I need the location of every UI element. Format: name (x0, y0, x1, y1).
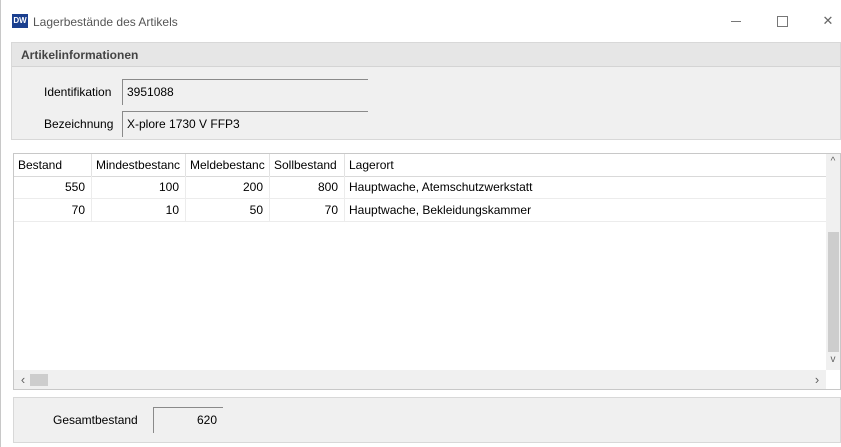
article-info-header: Artikelinformationen (12, 43, 840, 67)
cell-bestand: 550 (14, 176, 92, 198)
identification-field[interactable]: 3951088 (122, 79, 368, 105)
cell-sollbestand: 800 (270, 176, 345, 198)
app-icon: DW (12, 14, 28, 28)
total-stock-label: Gesamtbestand (53, 413, 138, 427)
table-row[interactable]: 70 10 50 70 Hauptwache, Bekleidungskamme… (14, 199, 826, 222)
horizontal-scroll-thumb[interactable] (30, 374, 48, 386)
col-header-sollbestand[interactable]: Sollbestand (270, 154, 345, 176)
designation-label: Bezeichnung (44, 117, 114, 131)
scroll-left-icon[interactable]: ‹ (16, 372, 30, 387)
minimize-icon (731, 21, 741, 23)
col-header-mindestbestand[interactable]: Mindestbestanc (92, 154, 186, 176)
table-header: Bestand Mindestbestanc Meldebestanc Soll… (14, 154, 826, 177)
designation-field[interactable]: X-plore 1730 V FFP3 (122, 111, 368, 137)
minimize-button[interactable] (713, 8, 759, 34)
close-icon: ✕ (822, 13, 834, 28)
total-stock-field[interactable]: 620 (153, 407, 223, 433)
horizontal-scrollbar[interactable]: ‹ › (14, 370, 826, 389)
col-header-bestand[interactable]: Bestand (14, 154, 92, 176)
article-info-panel: Artikelinformationen Identifikation 3951… (11, 42, 841, 140)
vertical-scrollbar[interactable]: ^ v (826, 154, 840, 370)
vertical-scroll-thumb[interactable] (828, 232, 839, 352)
cell-bestand: 70 (14, 199, 92, 221)
cell-meldebestand: 50 (186, 199, 270, 221)
maximize-icon (776, 16, 788, 28)
cell-sollbestand: 70 (270, 199, 345, 221)
identification-label: Identifikation (44, 85, 112, 99)
article-info-title: Artikelinformationen (21, 48, 139, 62)
col-header-lagerort[interactable]: Lagerort (345, 154, 826, 176)
stock-table[interactable]: Bestand Mindestbestanc Meldebestanc Soll… (13, 153, 841, 390)
cell-meldebestand: 200 (186, 176, 270, 198)
totals-panel: Gesamtbestand 620 (13, 397, 841, 443)
window-title: Lagerbestände des Artikels (33, 15, 178, 29)
cell-lagerort: Hauptwache, Bekleidungskammer (349, 203, 532, 217)
scroll-down-icon[interactable]: v (826, 354, 840, 365)
cell-mindestbestand: 100 (92, 176, 186, 198)
scroll-right-icon[interactable]: › (810, 372, 824, 387)
title-bar[interactable]: DW Lagerbestände des Artikels ✕ (1, 0, 841, 38)
cell-lagerort: Hauptwache, Atemschutzwerkstatt (349, 180, 533, 194)
window-left-edge (0, 0, 1, 447)
scroll-up-icon[interactable]: ^ (826, 156, 840, 167)
cell-mindestbestand: 10 (92, 199, 186, 221)
maximize-button[interactable] (759, 8, 805, 34)
close-button[interactable]: ✕ (805, 8, 841, 34)
col-header-meldebestand[interactable]: Meldebestanc (186, 154, 270, 176)
table-row[interactable]: 550 100 200 800 Hauptwache, Atemschutzwe… (14, 176, 826, 199)
